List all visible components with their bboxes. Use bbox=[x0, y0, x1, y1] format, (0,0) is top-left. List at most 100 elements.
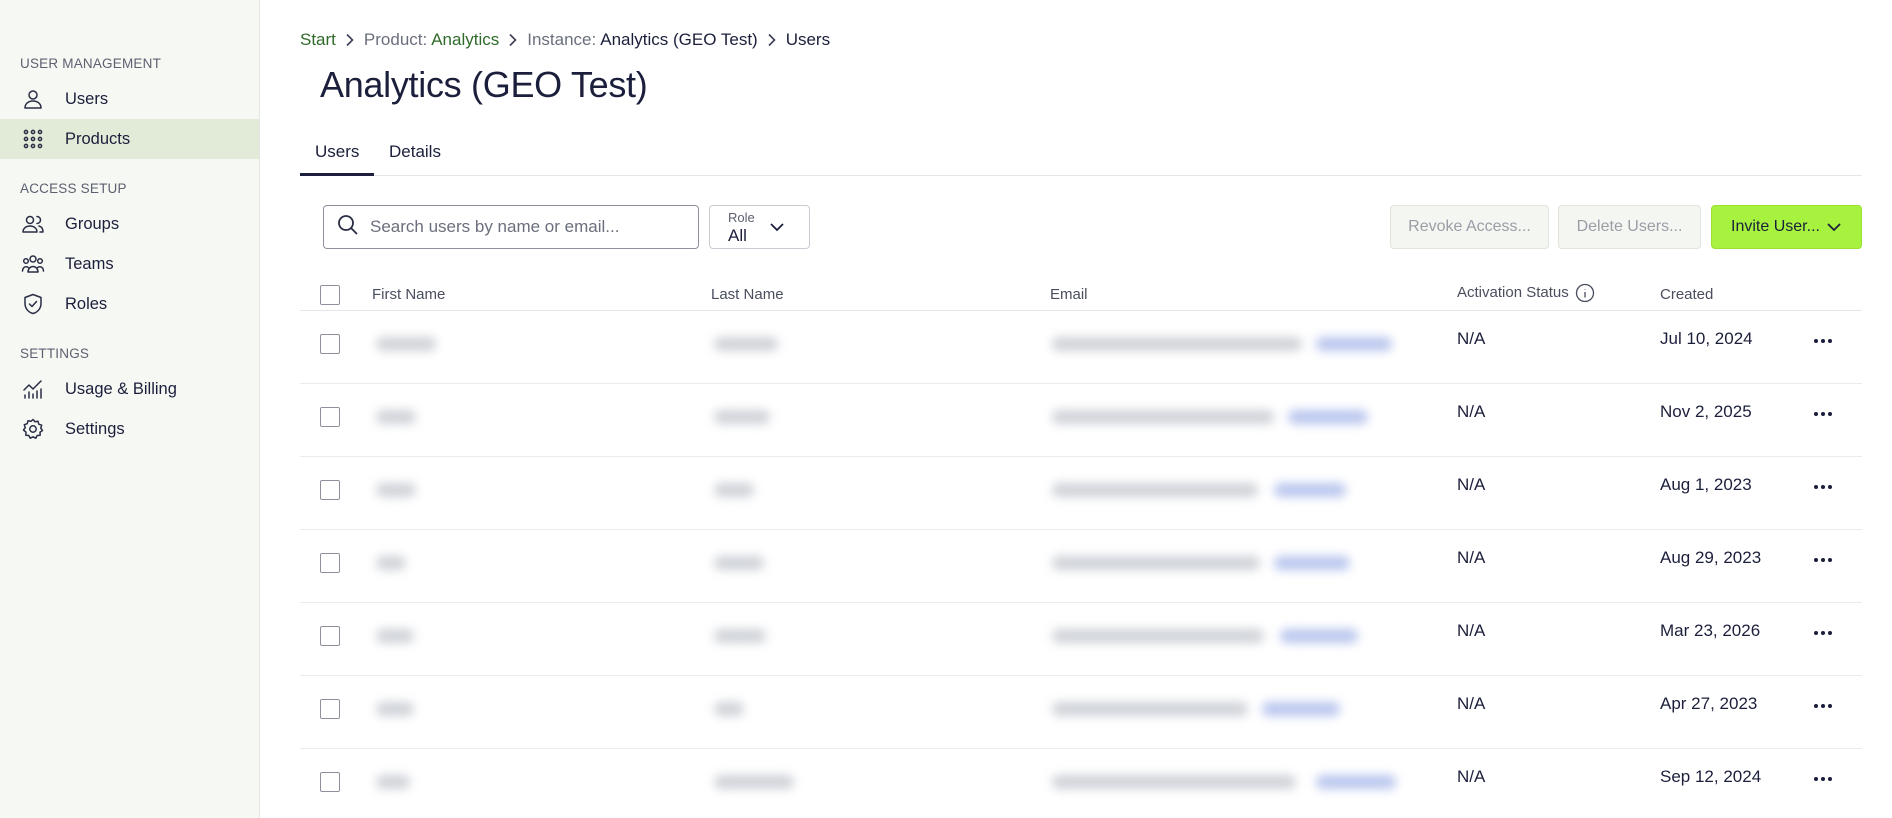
row-checkbox[interactable] bbox=[320, 480, 340, 500]
redacted-email bbox=[1052, 483, 1258, 497]
sidebar-item-products[interactable]: Products bbox=[0, 119, 259, 159]
redacted-last-name bbox=[714, 483, 754, 497]
chevron-down-icon bbox=[1826, 221, 1842, 233]
table-header: First Name Last Name Email Activation St… bbox=[300, 280, 1862, 311]
search-input[interactable] bbox=[370, 217, 690, 237]
breadcrumb-product[interactable]: Analytics bbox=[431, 30, 499, 50]
row-checkbox[interactable] bbox=[320, 407, 340, 427]
table-row: N/A Sep 12, 2024 bbox=[300, 749, 1862, 818]
search-box bbox=[323, 205, 699, 249]
select-all-checkbox[interactable] bbox=[320, 285, 340, 305]
group-icon bbox=[20, 211, 46, 237]
redacted-email-tag bbox=[1316, 337, 1392, 351]
column-header-activation-status[interactable]: Activation Status bbox=[1457, 283, 1595, 303]
sidebar-item-roles[interactable]: Roles bbox=[0, 284, 259, 324]
activation-status: N/A bbox=[1457, 548, 1486, 567]
sidebar-item-groups[interactable]: Groups bbox=[0, 204, 259, 244]
redacted-email-tag bbox=[1274, 556, 1350, 570]
teams-icon bbox=[20, 251, 46, 277]
created-date: Sep 12, 2024 bbox=[1660, 767, 1762, 786]
sidebar-item-label: Teams bbox=[65, 254, 114, 273]
row-checkbox[interactable] bbox=[320, 334, 340, 354]
sidebar-item-teams[interactable]: Teams bbox=[0, 244, 259, 284]
sidebar-section-settings: SETTINGS bbox=[20, 346, 90, 361]
row-checkbox[interactable] bbox=[320, 772, 340, 792]
table-row: N/A Apr 27, 2023 bbox=[300, 676, 1862, 749]
activation-status: N/A bbox=[1457, 621, 1486, 640]
delete-users-button[interactable]: Delete Users... bbox=[1558, 205, 1701, 249]
row-checkbox[interactable] bbox=[320, 553, 340, 573]
row-actions-icon[interactable] bbox=[1814, 485, 1832, 489]
sidebar-item-usage-billing[interactable]: Usage & Billing bbox=[0, 369, 259, 409]
sidebar-item-label: Products bbox=[65, 129, 131, 148]
activation-status: N/A bbox=[1457, 329, 1486, 348]
chart-icon bbox=[20, 376, 46, 402]
activation-status: N/A bbox=[1457, 767, 1486, 786]
row-actions-icon[interactable] bbox=[1814, 412, 1832, 416]
sidebar-section-access-setup: ACCESS SETUP bbox=[20, 181, 127, 196]
created-date: Nov 2, 2025 bbox=[1660, 402, 1752, 421]
created-date: Aug 1, 2023 bbox=[1660, 475, 1752, 494]
redacted-first-name bbox=[376, 410, 416, 424]
row-actions-icon[interactable] bbox=[1814, 777, 1832, 781]
redacted-email bbox=[1052, 337, 1302, 351]
redacted-first-name bbox=[376, 337, 436, 351]
column-header-last-name[interactable]: Last Name bbox=[711, 286, 784, 303]
redacted-email bbox=[1052, 629, 1264, 643]
activation-status: N/A bbox=[1457, 475, 1486, 494]
redacted-email-tag bbox=[1262, 702, 1340, 716]
redacted-first-name bbox=[376, 483, 416, 497]
tab-details[interactable]: Details bbox=[374, 134, 456, 176]
tab-users[interactable]: Users bbox=[300, 134, 375, 176]
redacted-email bbox=[1052, 410, 1274, 424]
row-actions-icon[interactable] bbox=[1814, 558, 1832, 562]
users-table: First Name Last Name Email Activation St… bbox=[300, 280, 1862, 818]
table-row: N/A Mar 23, 2026 bbox=[300, 603, 1862, 676]
chevron-right-icon bbox=[344, 33, 356, 47]
invite-user-label: Invite User... bbox=[1731, 218, 1820, 235]
column-header-first-name[interactable]: First Name bbox=[372, 286, 445, 303]
created-date: Aug 29, 2023 bbox=[1660, 548, 1762, 567]
redacted-email-tag bbox=[1274, 483, 1346, 497]
revoke-access-button[interactable]: Revoke Access... bbox=[1390, 205, 1549, 249]
redacted-last-name bbox=[714, 556, 764, 570]
created-date: Jul 10, 2024 bbox=[1660, 329, 1753, 348]
search-icon bbox=[336, 213, 360, 242]
breadcrumb-instance[interactable]: Analytics (GEO Test) bbox=[600, 30, 757, 50]
sidebar-item-settings[interactable]: Settings bbox=[0, 409, 259, 449]
activation-status: N/A bbox=[1457, 402, 1486, 421]
sidebar-item-label: Usage & Billing bbox=[65, 379, 177, 398]
sidebar-item-users[interactable]: Users bbox=[0, 79, 259, 119]
role-filter-select[interactable]: Role All bbox=[709, 205, 810, 249]
row-checkbox[interactable] bbox=[320, 699, 340, 719]
breadcrumb-start[interactable]: Start bbox=[300, 30, 336, 50]
redacted-email-tag bbox=[1280, 629, 1358, 643]
sidebar-item-label: Groups bbox=[65, 214, 120, 233]
table-row: N/A Aug 1, 2023 bbox=[300, 457, 1862, 530]
breadcrumb-current: Users bbox=[785, 30, 831, 49]
user-icon bbox=[20, 86, 46, 112]
redacted-last-name bbox=[714, 629, 766, 643]
redacted-first-name bbox=[376, 629, 414, 643]
column-header-email[interactable]: Email bbox=[1050, 286, 1088, 303]
redacted-first-name bbox=[376, 775, 410, 789]
grid-icon bbox=[20, 126, 46, 152]
row-actions-icon[interactable] bbox=[1814, 631, 1832, 635]
sidebar: USER MANAGEMENT Users Products ACCESS SE… bbox=[0, 0, 260, 818]
created-date: Mar 23, 2026 bbox=[1660, 621, 1761, 640]
created-date: Apr 27, 2023 bbox=[1660, 694, 1758, 713]
activation-status: N/A bbox=[1457, 694, 1486, 713]
row-actions-icon[interactable] bbox=[1814, 704, 1832, 708]
gear-icon bbox=[20, 416, 46, 442]
invite-user-button[interactable]: Invite User... bbox=[1711, 205, 1862, 249]
column-header-created[interactable]: Created bbox=[1660, 286, 1713, 303]
sidebar-item-label: Roles bbox=[65, 294, 108, 313]
activation-status-label: Activation Status bbox=[1457, 283, 1569, 301]
breadcrumb-instance-prefix: Instance: bbox=[527, 30, 597, 49]
info-icon[interactable] bbox=[1575, 283, 1595, 303]
redacted-first-name bbox=[376, 556, 406, 570]
page-title: Analytics (GEO Test) bbox=[320, 64, 648, 105]
row-checkbox[interactable] bbox=[320, 626, 340, 646]
table-row: N/A Aug 29, 2023 bbox=[300, 530, 1862, 603]
row-actions-icon[interactable] bbox=[1814, 339, 1832, 343]
